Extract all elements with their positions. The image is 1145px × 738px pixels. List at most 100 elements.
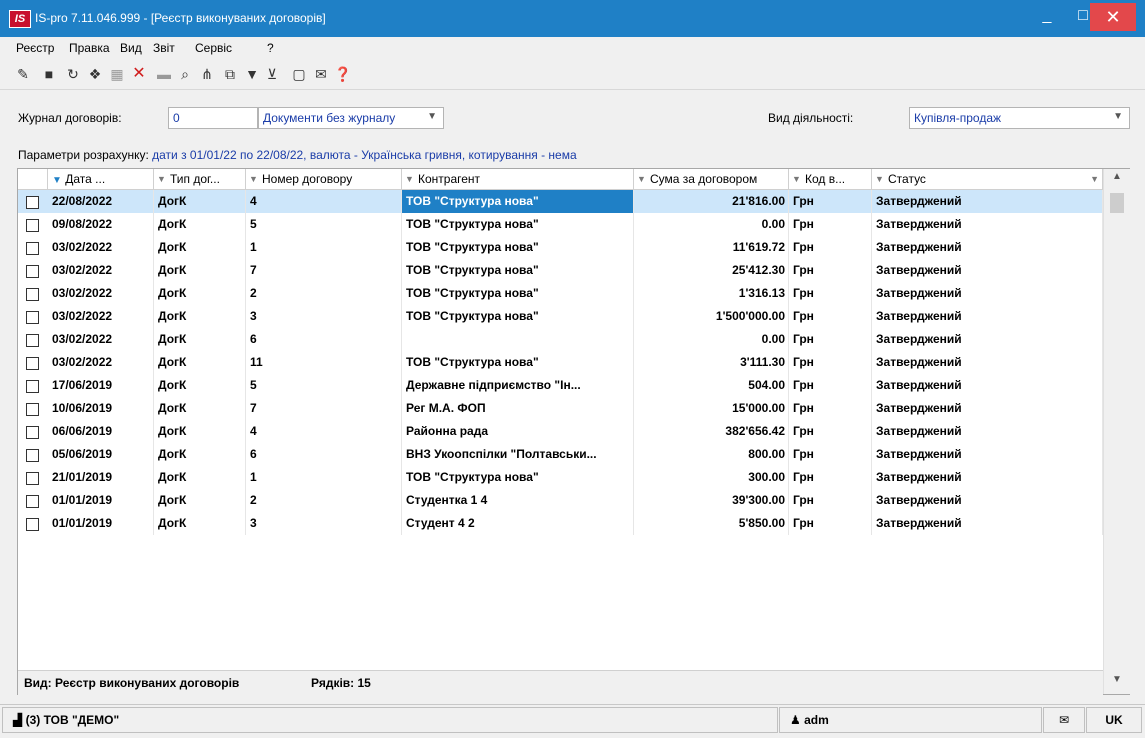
cell-status[interactable]: Затверджений [872,236,1103,259]
cell-number[interactable]: 3 [246,305,402,328]
table-row[interactable]: 03/02/2022 ДогК 6 0.00 Грн Затверджений [18,328,1103,351]
row-checkbox[interactable] [26,357,39,370]
table-row[interactable]: 03/02/2022 ДогК 2 ТОВ "Структура нова" 1'316… [18,282,1103,305]
cell-currency[interactable]: Грн [789,259,872,282]
search-icon[interactable]: ⌕ [176,65,194,83]
cell-currency[interactable]: Грн [789,397,872,420]
header-amount[interactable]: ▼ Сума за договором [634,169,789,189]
cell-type[interactable]: ДогК [154,351,246,374]
cell-counterparty[interactable]: ТОВ "Структура нова" [402,351,634,374]
close-button[interactable]: ✕ [1090,3,1136,31]
row-checkbox[interactable] [26,219,39,232]
cell-amount[interactable]: 300.00 [634,466,789,489]
cell-type[interactable]: ДогК [154,190,246,213]
row-checkbox[interactable] [26,242,39,255]
print-icon[interactable]: ■ [40,65,58,83]
activity-select[interactable]: Купівля-продаж ▼ [909,107,1130,129]
header-type[interactable]: ▼ Тип дог... [154,169,246,189]
cell-type[interactable]: ДогК [154,512,246,535]
cell-type[interactable]: ДогК [154,282,246,305]
cell-amount[interactable]: 800.00 [634,443,789,466]
cell-type[interactable]: ДогК [154,466,246,489]
table-row[interactable]: 17/06/2019 ДогК 5 Державне підприємство "Ін… [18,374,1103,397]
row-checkbox[interactable] [26,196,39,209]
refresh-icon[interactable]: ↻ [64,65,82,83]
cell-number[interactable]: 7 [246,397,402,420]
cell-counterparty[interactable]: ТОВ "Структура нова" [402,190,634,213]
cell-currency[interactable]: Грн [789,374,872,397]
cell-date[interactable]: 09/08/2022 [48,213,154,236]
row-checkbox[interactable] [26,288,39,301]
cell-currency[interactable]: Грн [789,443,872,466]
filter-icon[interactable]: ▼ [243,65,261,83]
cell-amount[interactable]: 5'850.00 [634,512,789,535]
cell-date[interactable]: 03/02/2022 [48,236,154,259]
table-row[interactable]: 03/02/2022 ДогК 7 ТОВ "Структура нова" 25'41… [18,259,1103,282]
scroll-thumb[interactable] [1110,193,1124,213]
cell-date[interactable]: 21/01/2019 [48,466,154,489]
cell-date[interactable]: 03/02/2022 [48,259,154,282]
cell-date[interactable]: 03/02/2022 [48,328,154,351]
cell-status[interactable]: Затверджений [872,190,1103,213]
cell-date[interactable]: 05/06/2019 [48,443,154,466]
clear-filter-icon[interactable]: ⊻ [263,65,281,83]
table-row[interactable]: 06/06/2019 ДогК 4 Районна рада 382'656.42 Грн… [18,420,1103,443]
table-row[interactable]: 21/01/2019 ДогК 1 ТОВ "Структура нова" 300.0… [18,466,1103,489]
cell-type[interactable]: ДогК [154,213,246,236]
cell-type[interactable]: ДогК [154,489,246,512]
menu-report[interactable]: Звіт [153,41,175,55]
cell-status[interactable]: Затверджений [872,512,1103,535]
cell-number[interactable]: 3 [246,512,402,535]
scroll-down-icon[interactable]: ▼ [1104,674,1130,692]
cell-number[interactable]: 4 [246,420,402,443]
help-icon[interactable]: ❓ [334,65,352,83]
cell-status[interactable]: Затверджений [872,305,1103,328]
cell-amount[interactable]: 21'816.00 [634,190,789,213]
table-row[interactable]: 10/06/2019 ДогК 7 Рег М.А. ФОП 15'000.00 Грн З… [18,397,1103,420]
cell-date[interactable]: 06/06/2019 [48,420,154,443]
cell-counterparty[interactable]: Студентка 1 4 [402,489,634,512]
cell-currency[interactable]: Грн [789,466,872,489]
cell-amount[interactable]: 1'500'000.00 [634,305,789,328]
cell-status[interactable]: Затверджений [872,420,1103,443]
cell-amount[interactable]: 382'656.42 [634,420,789,443]
cell-currency[interactable]: Грн [789,236,872,259]
table-row[interactable]: 01/01/2019 ДогК 3 Студент 4 2 5'850.00 Грн Зат… [18,512,1103,535]
cell-currency[interactable]: Грн [789,305,872,328]
vertical-scrollbar[interactable]: ▲ ▼ [1103,169,1130,694]
journal-select[interactable]: Документи без журналу ▼ [258,107,444,129]
cell-date[interactable]: 17/06/2019 [48,374,154,397]
row-checkbox[interactable] [26,380,39,393]
header-status[interactable]: ▼ Статус ▼ [872,169,1103,189]
scroll-up-icon[interactable]: ▲ [1104,171,1130,189]
cell-counterparty[interactable]: ТОВ "Структура нова" [402,282,634,305]
header-number[interactable]: ▼ Номер договору [246,169,402,189]
cell-date[interactable]: 10/06/2019 [48,397,154,420]
cell-number[interactable]: 11 [246,351,402,374]
row-checkbox[interactable] [26,449,39,462]
cell-counterparty[interactable]: ТОВ "Структура нова" [402,305,634,328]
row-checkbox[interactable] [26,495,39,508]
menu-help[interactable]: ? [267,41,274,55]
cell-status[interactable]: Затверджений [872,466,1103,489]
cell-date[interactable]: 03/02/2022 [48,351,154,374]
journal-code-input[interactable]: 0 [168,107,258,129]
cell-number[interactable]: 5 [246,213,402,236]
cell-date[interactable]: 22/08/2022 [48,190,154,213]
grid-icon[interactable]: ▦ [108,65,126,83]
table-row[interactable]: 01/01/2019 ДогК 2 Студентка 1 4 39'300.00 Грн… [18,489,1103,512]
delete-icon[interactable]: ✕ [130,65,148,83]
cell-currency[interactable]: Грн [789,489,872,512]
table-row[interactable]: 09/08/2022 ДогК 5 ТОВ "Структура нова" 0.00 Г… [18,213,1103,236]
cell-amount[interactable]: 504.00 [634,374,789,397]
cell-type[interactable]: ДогК [154,420,246,443]
params-value[interactable]: дати з 01/01/22 по 22/08/22, валюта - Ук… [152,148,577,162]
cell-number[interactable]: 1 [246,466,402,489]
menu-view[interactable]: Вид [120,41,142,55]
cell-status[interactable]: Затверджений [872,259,1103,282]
cell-status[interactable]: Затверджений [872,213,1103,236]
table-row[interactable]: 03/02/2022 ДогК 11 ТОВ "Структура нова" 3'11… [18,351,1103,374]
cell-number[interactable]: 2 [246,282,402,305]
cell-currency[interactable]: Грн [789,190,872,213]
header-counterparty[interactable]: ▼ Контрагент [402,169,634,189]
